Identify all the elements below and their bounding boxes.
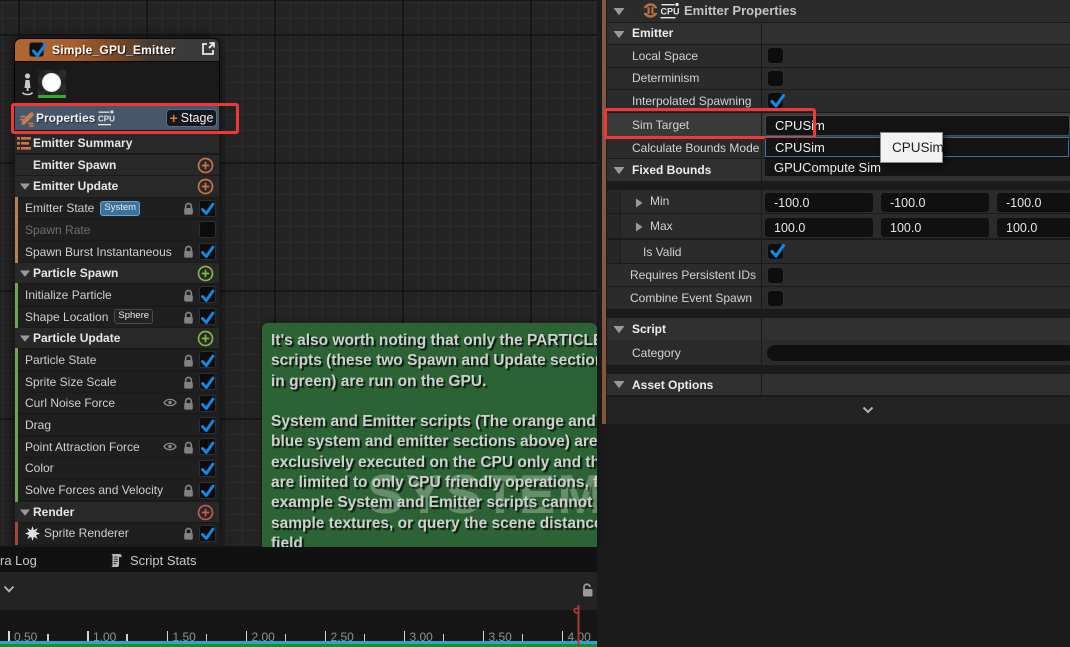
svg-text:CPU: CPU (661, 7, 680, 17)
